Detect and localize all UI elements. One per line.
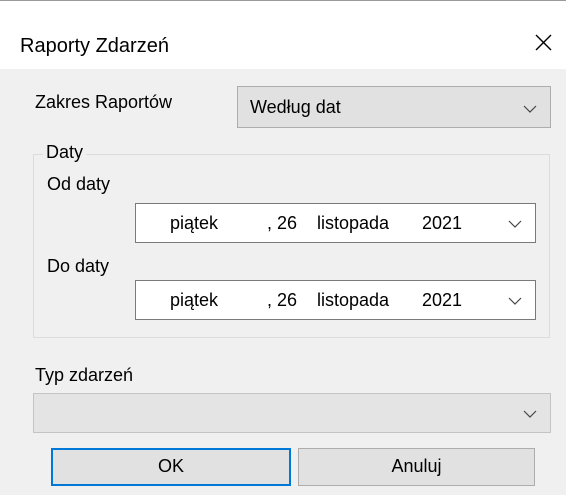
from-weekday[interactable]: piątek (170, 213, 218, 234)
chevron-down-icon (523, 105, 537, 113)
from-date-label: Od daty (47, 174, 111, 194)
from-date-picker[interactable]: piątek , 26 listopada 2021 (135, 203, 536, 243)
chevron-down-icon (523, 410, 537, 418)
chevron-down-icon[interactable] (508, 219, 522, 229)
close-icon[interactable] (526, 25, 560, 59)
chevron-down-icon[interactable] (508, 296, 522, 306)
to-date-picker[interactable]: piątek , 26 listopada 2021 (135, 280, 536, 320)
dialog-client-area: Zakres Raportów Według dat Daty Od daty … (0, 69, 566, 495)
to-weekday[interactable]: piątek (170, 290, 218, 311)
window-title: Raporty Zdarzeń (20, 35, 169, 57)
from-month[interactable]: listopada (317, 213, 389, 234)
from-day[interactable]: , 26 (267, 213, 297, 234)
report-range-label: Zakres Raportów (35, 92, 173, 112)
title-bar: Raporty Zdarzeń (0, 1, 566, 69)
report-range-value: Według dat (250, 97, 341, 117)
to-date-label: Do daty (47, 256, 110, 276)
to-year[interactable]: 2021 (422, 290, 462, 311)
from-year[interactable]: 2021 (422, 213, 462, 234)
dates-group-legend: Daty (43, 142, 87, 163)
ok-button[interactable]: OK (51, 448, 291, 486)
report-range-select[interactable]: Według dat (237, 86, 551, 128)
to-month[interactable]: listopada (317, 290, 389, 311)
event-type-label: Typ zdarzeń (35, 365, 134, 385)
event-type-select[interactable] (33, 393, 551, 433)
cancel-button[interactable]: Anuluj (298, 448, 535, 486)
to-day[interactable]: , 26 (267, 290, 297, 311)
